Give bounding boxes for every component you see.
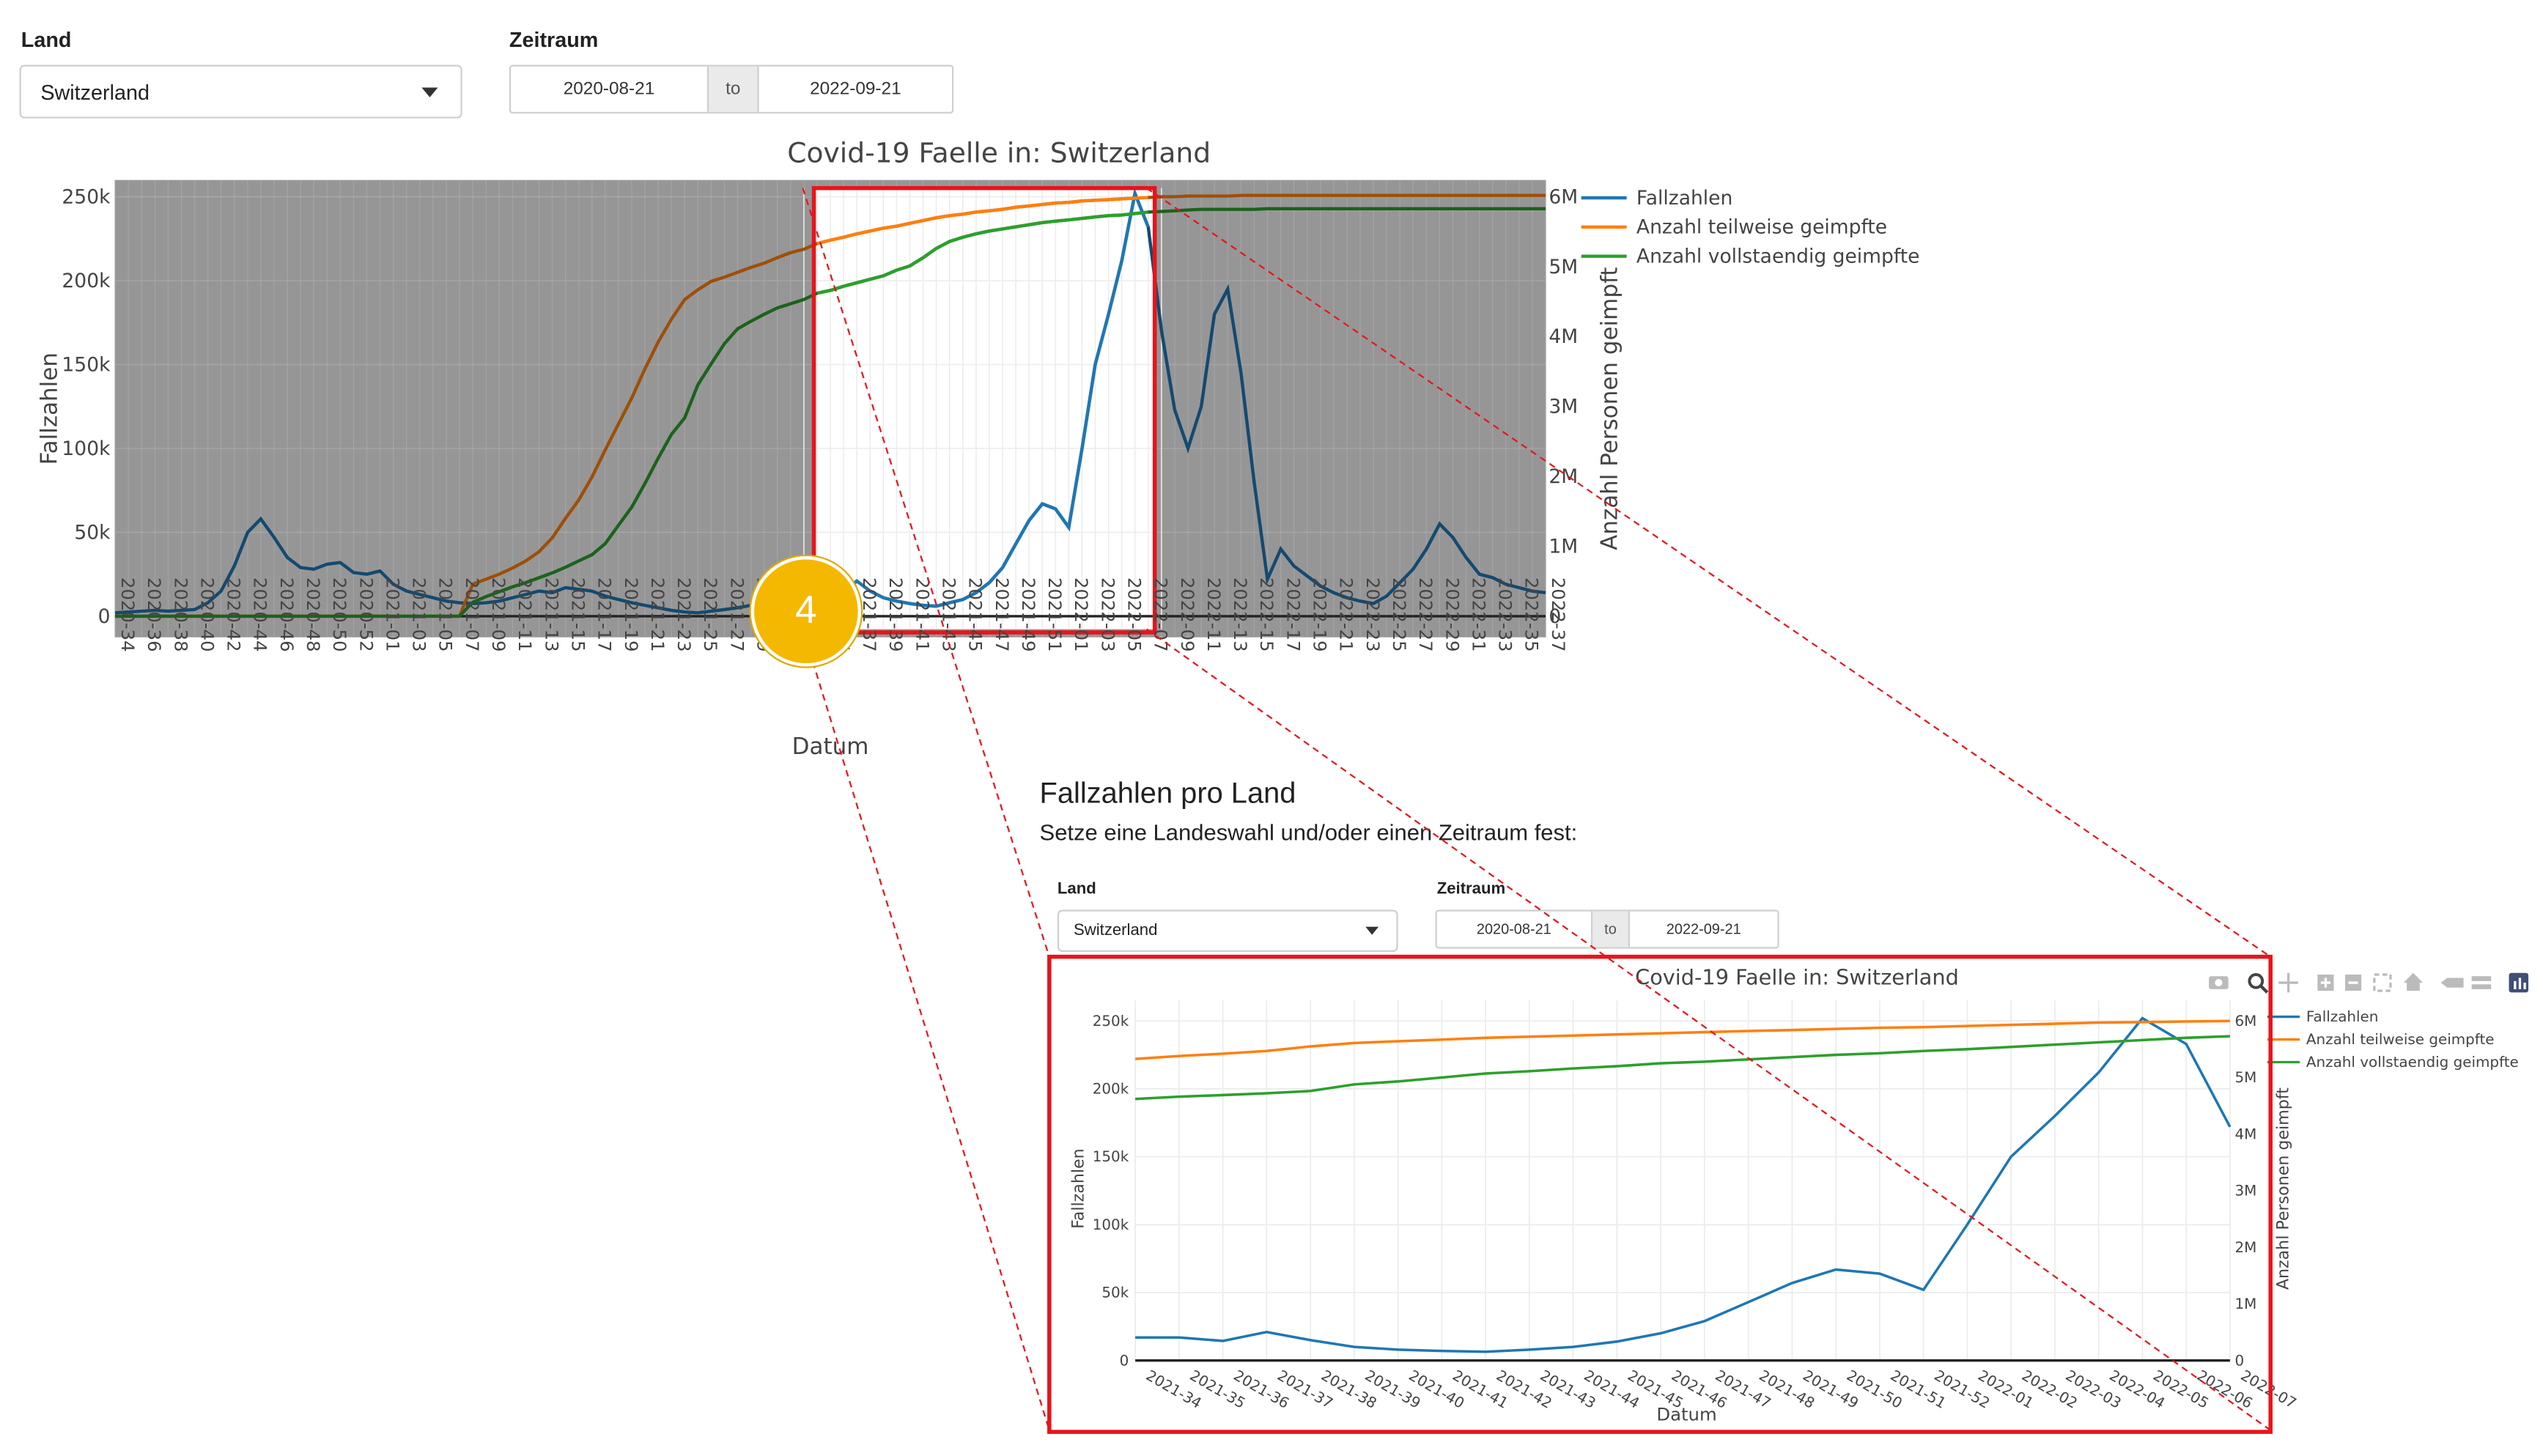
connector-line-bottom-right bbox=[1145, 628, 2271, 1431]
step-number-badge: 4 bbox=[750, 556, 862, 667]
zoom-connector-overlay bbox=[802, 187, 2271, 1431]
connector-line-top-right bbox=[1145, 187, 2271, 958]
connector-line-bottom-left bbox=[802, 629, 1050, 1431]
screenshot-stage: Land Switzerland Zeitraum 2020-08-21 to … bbox=[0, 0, 2543, 1456]
